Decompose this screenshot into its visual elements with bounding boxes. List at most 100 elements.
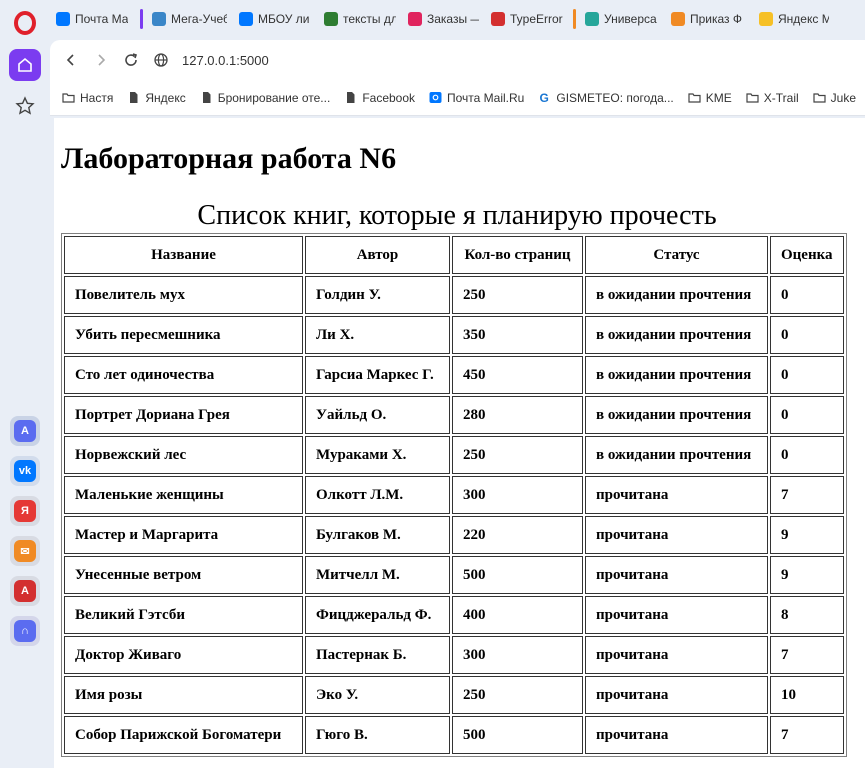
browser-tab[interactable]: Мега-Учеб [140,4,233,34]
tab-title: МБОУ ли [258,12,310,26]
table-row: Мастер и Маргарита Булгаков М. 220 прочитан… [64,516,844,554]
bookmark-label: Настя [80,90,114,105]
table-cell: Маленькие женщины [64,476,303,514]
table-row: Норвежский лес Мураками Х. 250 в ожидании п… [64,436,844,474]
browser-tab[interactable]: Заказы — [402,4,485,34]
bookmark-item[interactable]: Facebook [344,91,415,105]
table-cell: прочитана [585,716,768,754]
bookmark-item[interactable]: Настя [62,91,113,105]
table-cell: 0 [770,276,844,314]
table-cell: Унесенные ветром [64,556,303,594]
table-cell: 300 [452,636,583,674]
browser-tab[interactable]: тексты дл [318,4,402,34]
table-cell: 0 [770,316,844,354]
mail-app-icon[interactable]: ✉ [10,536,40,566]
tab-favicon-icon [239,12,253,26]
opera-logo-icon[interactable] [13,11,37,35]
column-header: Кол-во страниц [452,236,583,274]
table-cell: 400 [452,596,583,634]
column-header: Оценка [770,236,844,274]
bookmark-label: Juke [830,90,857,105]
bookmarks-star-icon[interactable] [13,94,37,118]
column-header: Автор [305,236,450,274]
folder-icon [746,91,759,104]
table-cell: Мастер и Маргарита [64,516,303,554]
table-cell: в ожидании прочтения [585,396,768,434]
music-app-icon[interactable]: ∩ [10,616,40,646]
back-arrow-icon[interactable] [56,45,86,75]
tab-title: Почта Ма [75,12,129,26]
translate-app-icon[interactable]: A [10,576,40,606]
bookmarks-bar: Настя Яндекс Бронирование оте... Facebook По… [50,80,865,116]
table-row: Портрет Дориана Грея Уайльд О. 280 в ожидан… [64,396,844,434]
browser-tab[interactable]: Универса [573,4,665,34]
page-content: Лабораторная работа N6 Список книг, кото… [54,118,865,768]
bookmark-label: X-Trail [763,90,799,105]
table-cell: 350 [452,316,583,354]
tab-favicon-icon [585,12,599,26]
table-row: Убить пересмешника Ли Х. 350 в ожидании про… [64,316,844,354]
table-cell: Булгаков М. [305,516,450,554]
table-cell: Уайльд О. [305,396,450,434]
table-cell: Портрет Дориана Грея [64,396,303,434]
bookmark-item[interactable]: X-Trail [746,91,799,105]
table-cell: 220 [452,516,583,554]
home-icon[interactable] [9,49,41,81]
bookmark-item[interactable]: G GISMETEO: погода... [538,90,674,105]
table-cell: Великий Гэтсби [64,596,303,634]
table-cell: в ожидании прочтения [585,316,768,354]
table-cell: прочитана [585,516,768,554]
tab-favicon-icon [491,12,505,26]
table-row: Унесенные ветром Митчелл М. 500 прочитана 9 [64,556,844,594]
table-row: Сто лет одиночества Гарсиа Маркес Г. 450 в … [64,356,844,394]
table-cell: Гюго В. [305,716,450,754]
table-cell: Мураками Х. [305,436,450,474]
tab-title: TypeError [510,12,563,26]
page-icon [127,91,140,104]
folder-icon [813,91,826,104]
bookmark-item[interactable]: Juke [813,91,856,105]
table-cell: Голдин У. [305,276,450,314]
table-cell: в ожидании прочтения [585,276,768,314]
table-cell: 500 [452,556,583,594]
table-row: Доктор Живаго Пастернак Б. 300 прочитана 7 [64,636,844,674]
table-row: Великий Гэтсби Фицджеральд Ф. 400 прочитана… [64,596,844,634]
bookmark-item[interactable]: Почта Mail.Ru [429,91,524,105]
site-info-globe-icon[interactable] [146,45,176,75]
table-cell: Гарсиа Маркес Г. [305,356,450,394]
table-cell: прочитана [585,636,768,674]
table-cell: Митчелл М. [305,556,450,594]
table-cell: 450 [452,356,583,394]
bookmark-item[interactable]: KME [688,91,732,105]
table-cell: в ожидании прочтения [585,356,768,394]
browser-tab[interactable]: TypeError [485,4,573,34]
browser-tab[interactable]: Приказ Ф [665,4,753,34]
bookmark-label: Бронирование оте... [217,90,331,105]
browser-tab[interactable]: Яндекс М [753,4,835,34]
bookmark-label: Яндекс [145,90,186,105]
vk-app-icon[interactable]: vk [10,456,40,486]
bookmark-label: GISMETEO: погода... [556,90,674,105]
table-cell: прочитана [585,676,768,714]
tab-title: Яндекс М [778,12,829,26]
table-cell: Повелитель мух [64,276,303,314]
table-row: Маленькие женщины Олкотт Л.М. 300 прочитана… [64,476,844,514]
table-cell: 10 [770,676,844,714]
forward-arrow-icon[interactable] [86,45,116,75]
table-cell: Сто лет одиночества [64,356,303,394]
reload-icon[interactable] [116,45,146,75]
table-cell: 250 [452,676,583,714]
tab-favicon-icon [56,12,70,26]
browser-tab[interactable]: Почта Ма [50,4,140,34]
table-cell: в ожидании прочтения [585,436,768,474]
yandex-app-icon[interactable]: Я [10,496,40,526]
bookmark-item[interactable]: Яндекс [127,90,186,105]
address-bar-url[interactable]: 127.0.0.1:5000 [182,53,269,68]
page-icon [344,91,357,104]
bookmark-item[interactable]: Бронирование оте... [200,90,331,105]
table-row: Повелитель мух Голдин У. 250 в ожидании про… [64,276,844,314]
bookmark-label: KME [705,90,732,105]
browser-tab[interactable]: МБОУ ли [233,4,318,34]
table-cell: 9 [770,516,844,554]
aria-app-icon[interactable]: A [10,416,40,446]
